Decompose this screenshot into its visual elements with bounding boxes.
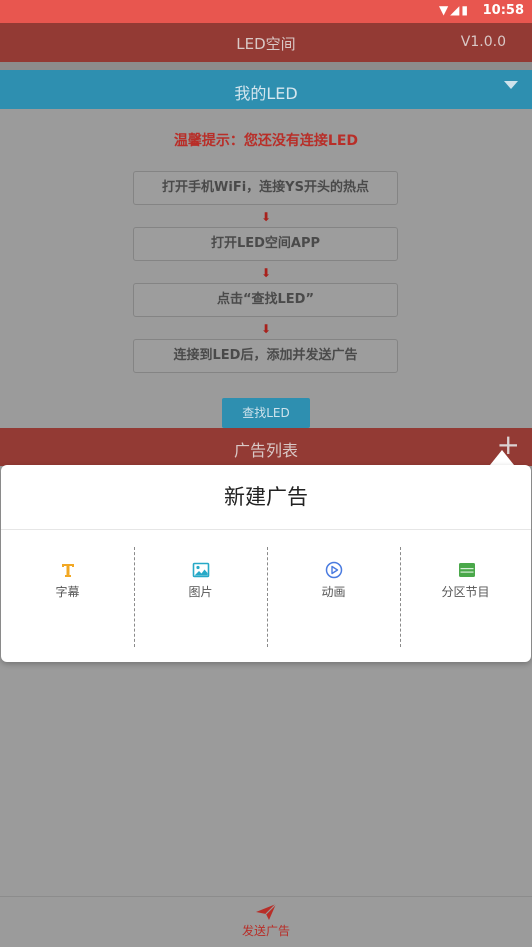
spacer bbox=[0, 62, 532, 70]
send-ad-label: 发送广告 bbox=[241, 924, 290, 938]
popup-title: 新建广告 bbox=[224, 485, 308, 509]
option-label: 分区节目 bbox=[441, 585, 490, 599]
send-plane-icon bbox=[256, 903, 277, 920]
find-led-button[interactable]: 查找LED bbox=[222, 398, 310, 428]
image-icon bbox=[192, 562, 210, 578]
option-subtitle[interactable]: 字幕 bbox=[1, 547, 134, 647]
bottom-bar[interactable]: 发送广告 bbox=[0, 896, 532, 947]
play-circle-icon bbox=[325, 561, 343, 579]
option-label: 图片 bbox=[188, 585, 213, 599]
partition-icon bbox=[459, 563, 475, 577]
app-title: LED空间 bbox=[236, 35, 296, 53]
my-led-title: 我的LED bbox=[234, 84, 298, 103]
status-bar: ▼◢▮ 10:58 bbox=[0, 0, 532, 23]
option-partition[interactable]: 分区节目 bbox=[400, 547, 531, 647]
app-bar: LED空间 V1.0.0 bbox=[0, 23, 532, 62]
option-label: 动画 bbox=[321, 585, 346, 599]
option-label: 字幕 bbox=[55, 585, 80, 599]
status-time: 10:58 bbox=[482, 3, 524, 18]
popup-caret bbox=[490, 450, 514, 465]
option-image[interactable]: 图片 bbox=[134, 547, 267, 647]
my-led-bar[interactable]: 我的LED bbox=[0, 70, 532, 109]
divider bbox=[1, 529, 531, 530]
arrow-down-icon: ⬇ bbox=[260, 210, 272, 224]
ad-list-bar: 广告列表 + bbox=[0, 428, 532, 466]
step-2: 打开LED空间APP bbox=[133, 227, 398, 261]
dropdown-arrow-icon[interactable] bbox=[504, 81, 518, 89]
option-animation[interactable]: 动画 bbox=[267, 547, 400, 647]
arrow-down-icon: ⬇ bbox=[260, 322, 272, 336]
new-ad-popup: 新建广告 字幕 图片 动画 分区节目 bbox=[1, 465, 531, 662]
text-t-icon bbox=[62, 564, 74, 577]
step-3: 点击“查找LED” bbox=[133, 283, 398, 317]
step-4: 连接到LED后，添加并发送广告 bbox=[133, 339, 398, 373]
ad-list-title: 广告列表 bbox=[233, 441, 298, 460]
status-icons: ▼◢▮ bbox=[438, 3, 470, 17]
app-version: V1.0.0 bbox=[460, 34, 506, 50]
step-1: 打开手机WiFi，连接YS开头的热点 bbox=[133, 171, 398, 205]
connection-tip: 温馨提示：您还没有连接LED bbox=[173, 133, 359, 149]
arrow-down-icon: ⬇ bbox=[260, 266, 272, 280]
